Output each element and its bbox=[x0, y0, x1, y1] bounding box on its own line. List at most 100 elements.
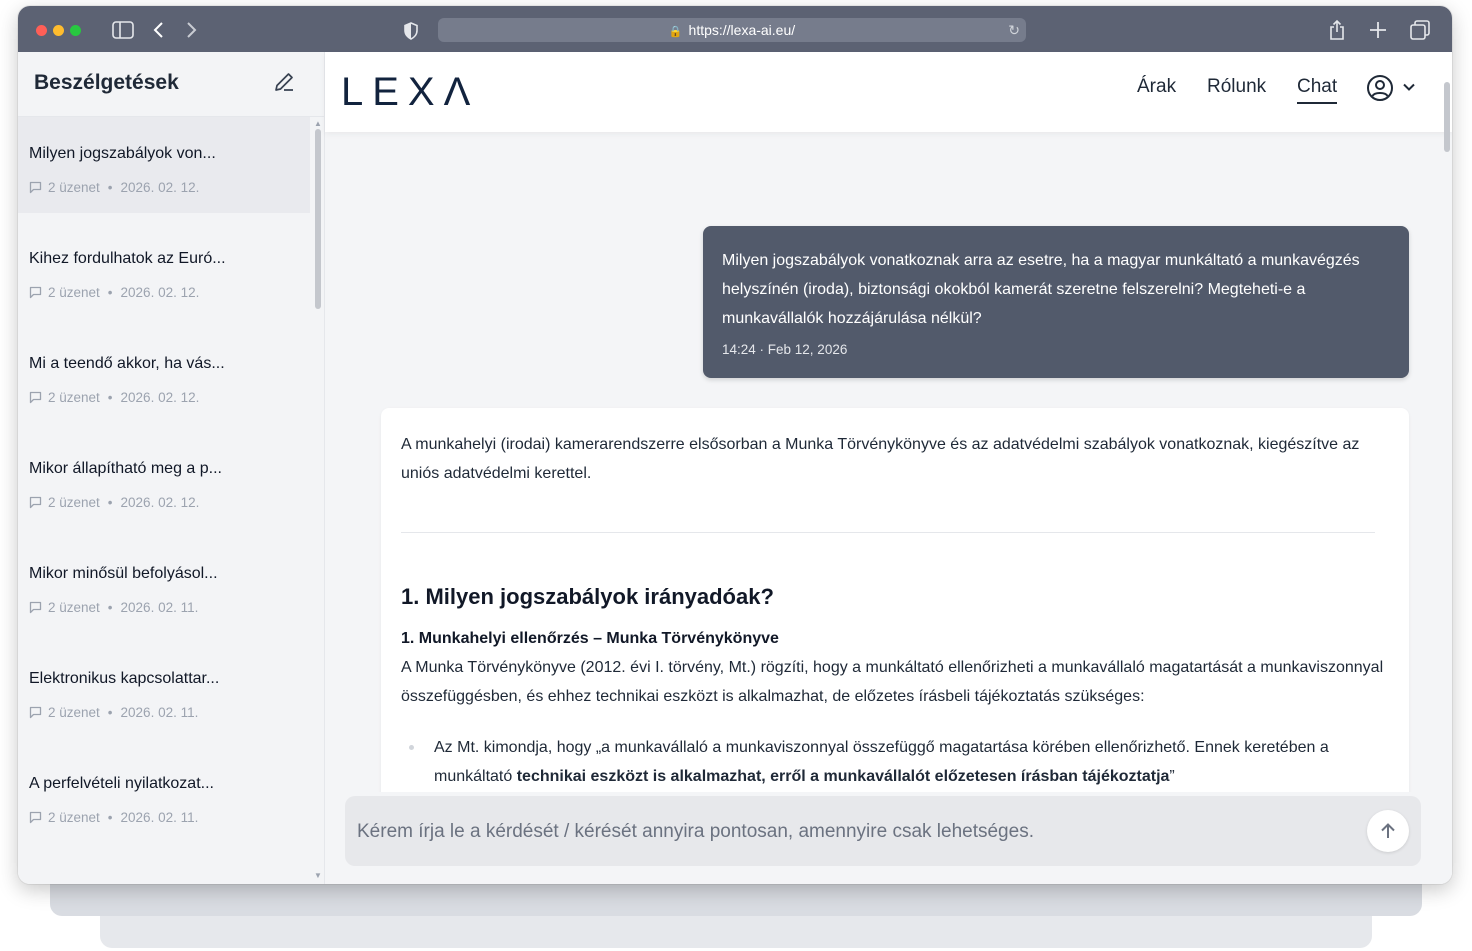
list-item-end: ” bbox=[1169, 768, 1175, 785]
list-bullet bbox=[409, 745, 414, 750]
conversation-item[interactable]: A perfelvételi nyilatkozat... 2 üzenet • 20… bbox=[18, 747, 310, 843]
message-count: 2 üzenet bbox=[48, 705, 100, 720]
top-navigation: LEXΛ Árak Rólunk Chat bbox=[325, 52, 1452, 132]
chat-bubble-icon bbox=[29, 286, 42, 299]
conversation-meta: 2 üzenet • 2026. 02. 11. bbox=[29, 600, 198, 615]
conversation-meta: 2 üzenet • 2026. 02. 12. bbox=[29, 495, 199, 510]
conversation-list: Milyen jogszabályok von... 2 üzenet • 2026.… bbox=[18, 117, 312, 884]
chat-bubble-icon bbox=[29, 496, 42, 509]
chat-bubble-icon bbox=[29, 811, 42, 824]
chevron-down-icon[interactable] bbox=[1402, 80, 1416, 94]
conversation-item[interactable]: Mikor minősül befolyásol... 2 üzenet • 2026… bbox=[18, 537, 310, 633]
chat-input-area bbox=[325, 792, 1452, 884]
user-message-text: Milyen jogszabályok vonatkoznak arra az … bbox=[722, 252, 1360, 327]
meta-separator: • bbox=[107, 495, 113, 510]
lock-icon: 🔒 bbox=[668, 26, 683, 38]
assistant-answer-card: A munkahelyi (irodai) kamerarendszerre e… bbox=[381, 408, 1409, 838]
conversation-meta: 2 üzenet • 2026. 02. 12. bbox=[29, 390, 199, 405]
conversation-sidebar: Beszélgetések Milyen jogszabályok von...… bbox=[18, 52, 325, 884]
meta-separator: • bbox=[107, 705, 113, 720]
user-account-icon[interactable] bbox=[1366, 74, 1394, 102]
maximize-window-button[interactable] bbox=[70, 25, 81, 36]
minimize-window-button[interactable] bbox=[53, 25, 64, 36]
meta-separator: • bbox=[107, 285, 113, 300]
conversation-date: 2026. 02. 11. bbox=[120, 810, 199, 825]
message-count: 2 üzenet bbox=[48, 180, 100, 195]
address-bar[interactable]: 🔒 https://lexa-ai.eu/ ↻ bbox=[438, 18, 1026, 42]
conversation-title: Milyen jogszabályok von... bbox=[29, 145, 216, 162]
meta-separator: • bbox=[107, 810, 113, 825]
chat-input[interactable] bbox=[355, 796, 1349, 868]
conversation-date: 2026. 02. 12. bbox=[120, 285, 200, 300]
nav-link-chat[interactable]: Chat bbox=[1297, 76, 1338, 104]
conversation-meta: 2 üzenet • 2026. 02. 12. bbox=[29, 180, 199, 195]
conversation-date: 2026. 02. 12. bbox=[120, 390, 200, 405]
conversation-meta: 2 üzenet • 2026. 02. 11. bbox=[29, 705, 198, 720]
chat-bubble-icon bbox=[29, 601, 42, 614]
tab-overview-icon[interactable] bbox=[1410, 20, 1430, 40]
nav-link-about[interactable]: Rólunk bbox=[1207, 76, 1266, 98]
conversation-meta: 2 üzenet • 2026. 02. 11. bbox=[29, 810, 198, 825]
answer-subheading: 1. Munkahelyi ellenőrzés – Munka Törvény… bbox=[401, 630, 779, 647]
conversation-item[interactable]: Elektronikus kapcsolattar... 2 üzenet • 202… bbox=[18, 642, 310, 738]
conversation-item[interactable]: Mikor állapítható meg a p... 2 üzenet • 202… bbox=[18, 432, 310, 528]
answer-paragraph: A Munka Törvénykönyve (2012. évi I. törv… bbox=[401, 659, 1384, 705]
sidebar-header: Beszélgetések bbox=[18, 52, 324, 117]
chat-input-box bbox=[345, 796, 1421, 868]
message-count: 2 üzenet bbox=[48, 600, 100, 615]
main-scrollbar-thumb[interactable] bbox=[1444, 82, 1450, 152]
list-item-bold-text: technikai eszközt is alkalmazhat, erről … bbox=[516, 768, 1170, 785]
answer-heading: 1. Milyen jogszabályok irányadóak? bbox=[401, 584, 774, 609]
reload-icon[interactable]: ↻ bbox=[1008, 18, 1020, 42]
chat-bubble-icon bbox=[29, 706, 42, 719]
message-count: 2 üzenet bbox=[48, 810, 100, 825]
lexa-logo[interactable]: LEXΛ bbox=[341, 72, 479, 112]
conversation-meta: 2 üzenet • 2026. 02. 12. bbox=[29, 285, 199, 300]
close-window-button[interactable] bbox=[36, 25, 47, 36]
conversation-date: 2026. 02. 11. bbox=[120, 705, 199, 720]
share-icon[interactable] bbox=[1328, 19, 1346, 41]
sidebar-scrollbar[interactable]: ▲ ▼ bbox=[312, 117, 324, 884]
scroll-down-arrow[interactable]: ▼ bbox=[313, 871, 323, 880]
message-count: 2 üzenet bbox=[48, 285, 100, 300]
answer-list-item: Az Mt. kimondja, hogy „a munkavállaló a … bbox=[434, 733, 1384, 791]
conversation-title: Mikor állapítható meg a p... bbox=[29, 460, 222, 477]
user-message-timestamp: 14:24 · Feb 12, 2026 bbox=[722, 342, 848, 357]
conversation-item[interactable]: Kihez fordulhatok az Euró... 2 üzenet • 202… bbox=[18, 222, 310, 318]
answer-intro: A munkahelyi (irodai) kamerarendszerre e… bbox=[401, 436, 1360, 482]
new-tab-icon[interactable] bbox=[1369, 21, 1387, 39]
conversation-item[interactable]: Mi a teendő akkor, ha vás... 2 üzenet • 202… bbox=[18, 327, 310, 423]
chat-main: LEXΛ Árak Rólunk Chat Milyen jogszabályo… bbox=[325, 52, 1452, 884]
sidebar-scroll-thumb[interactable] bbox=[315, 129, 321, 309]
conversation-title: Mikor minősül befolyásol... bbox=[29, 565, 218, 582]
browser-window: 🔒 https://lexa-ai.eu/ ↻ Beszélgetések Mil… bbox=[18, 6, 1452, 884]
conversation-date: 2026. 02. 11. bbox=[120, 600, 199, 615]
back-icon[interactable] bbox=[152, 21, 166, 39]
scroll-up-arrow[interactable]: ▲ bbox=[313, 119, 323, 128]
nav-link-pricing[interactable]: Árak bbox=[1137, 76, 1176, 98]
conversation-title: Mi a teendő akkor, ha vás... bbox=[29, 355, 225, 372]
chat-bubble-icon bbox=[29, 391, 42, 404]
browser-titlebar: 🔒 https://lexa-ai.eu/ ↻ bbox=[18, 6, 1452, 52]
new-chat-pencil-icon[interactable] bbox=[272, 70, 296, 94]
message-count: 2 üzenet bbox=[48, 495, 100, 510]
arrow-up-icon bbox=[1381, 823, 1395, 838]
chat-bubble-icon bbox=[29, 181, 42, 194]
user-message-bubble: Milyen jogszabályok vonatkoznak arra az … bbox=[703, 226, 1409, 378]
conversation-title: Elektronikus kapcsolattar... bbox=[29, 670, 220, 687]
sidebar-toggle-icon[interactable] bbox=[112, 21, 134, 39]
forward-icon[interactable] bbox=[184, 21, 198, 39]
shield-icon[interactable] bbox=[403, 22, 419, 40]
address-url: https://lexa-ai.eu/ bbox=[688, 22, 796, 38]
conversation-date: 2026. 02. 12. bbox=[120, 495, 200, 510]
sidebar-title: Beszélgetések bbox=[34, 71, 179, 94]
conversation-item[interactable]: Milyen jogszabályok von... 2 üzenet • 2026.… bbox=[18, 117, 310, 213]
conversation-title: A perfelvételi nyilatkozat... bbox=[29, 775, 214, 792]
meta-separator: • bbox=[107, 600, 113, 615]
meta-separator: • bbox=[107, 180, 113, 195]
meta-separator: • bbox=[107, 390, 113, 405]
message-count: 2 üzenet bbox=[48, 390, 100, 405]
send-button[interactable] bbox=[1367, 810, 1409, 852]
conversation-date: 2026. 02. 12. bbox=[120, 180, 200, 195]
conversation-title: Kihez fordulhatok az Euró... bbox=[29, 250, 226, 267]
